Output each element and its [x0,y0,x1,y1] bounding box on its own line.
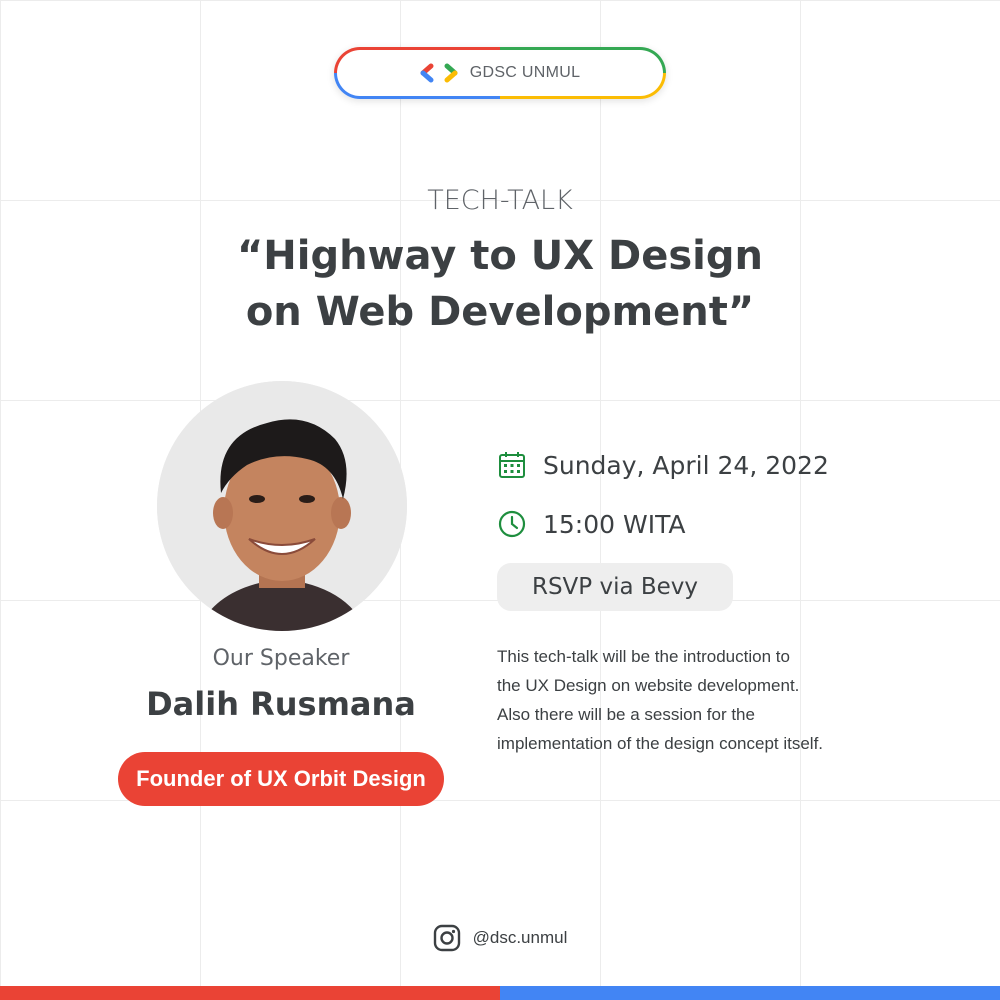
calendar-icon [499,452,525,478]
description-line: implementation of the design concept its… [497,734,824,753]
speaker-name: Dalih Rusmana [146,685,416,723]
event-title-line-2: on Web Development” [245,289,755,335]
social-handle-row[interactable]: @dsc.unmul [0,924,1000,952]
speaker-photo [157,381,407,631]
social-handle: @dsc.unmul [472,928,568,947]
logo-text: GDSC UNMUL [469,64,581,81]
event-title: “Highway to UX Design on Web Development… [0,228,1000,340]
description-line: the UX Design on website development. [497,676,800,695]
event-description: This tech-talk will be the introduction … [497,642,927,758]
gdsc-logo-pill: GDSC UNMUL [334,47,666,99]
clock-icon [498,510,526,538]
event-date-row: Sunday, April 24, 2022 [497,450,829,480]
gdsc-brackets-icon [420,63,458,83]
description-line: This tech-talk will be the introduction … [497,647,790,666]
event-time-row: 15:00 WITA [497,509,686,539]
speaker-caption: Our Speaker [212,646,350,671]
event-title-line-1: “Highway to UX Design [236,233,764,279]
speaker-portrait [157,381,407,631]
instagram-icon [433,924,460,952]
gdsc-logo-inner: GDSC UNMUL [337,50,663,96]
event-date: Sunday, April 24, 2022 [543,450,829,480]
bottom-bar-blue [500,986,1000,1000]
rsvp-button[interactable]: RSVP via Bevy [497,563,733,611]
bottom-color-bar [0,986,1000,1000]
event-type: TECH-TALK [427,185,573,216]
event-time: 15:00 WITA [543,509,686,539]
bottom-bar-red [0,986,500,1000]
speaker-role-badge: Founder of UX Orbit Design [118,752,444,806]
description-line: Also there will be a session for the [497,705,755,724]
